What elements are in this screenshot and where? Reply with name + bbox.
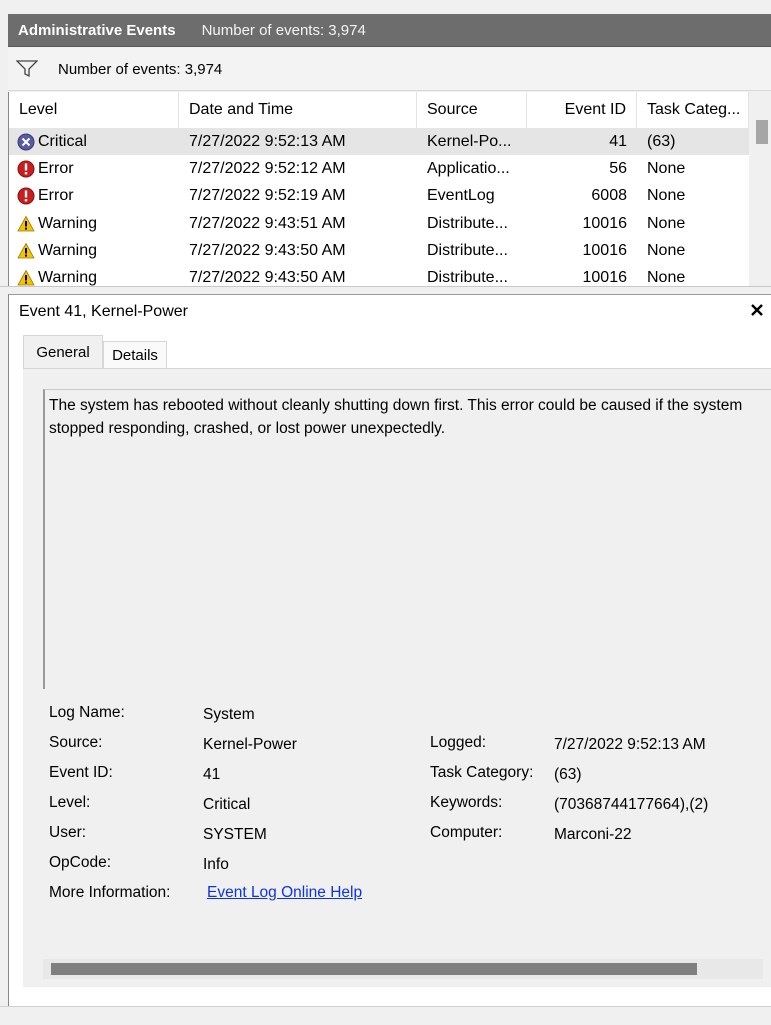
event-description[interactable]: The system has rebooted without cleanly … (43, 389, 771, 689)
horizontal-scrollbar[interactable] (43, 959, 763, 979)
error-icon (17, 160, 35, 178)
event-log-online-help-link[interactable]: Event Log Online Help (207, 884, 362, 902)
row-task-category: None (647, 241, 686, 259)
critical-icon (17, 133, 35, 151)
event-row[interactable]: Warning 7/27/2022 9:43:50 AM Distribute...… (9, 237, 749, 264)
row-event-id: 10016 (582, 214, 628, 232)
log-name-label: Log Name: (49, 704, 125, 721)
log-name-value: System (203, 706, 255, 723)
row-source: EventLog (427, 187, 495, 205)
level-label: Level: (49, 794, 91, 811)
tab-general[interactable]: General (23, 335, 103, 368)
column-task-category[interactable]: Task Categ... (637, 92, 749, 128)
event-rows: Critical 7/27/2022 9:52:13 AM Kernel-Po...… (9, 128, 749, 286)
general-tab-body: The system has rebooted without cleanly … (23, 368, 771, 987)
view-title: Administrative Events (18, 21, 176, 39)
opcode-value: Info (203, 856, 229, 873)
event-id-value: 41 (203, 766, 221, 783)
row-level: Warning (9, 242, 179, 260)
user-label: User: (49, 824, 87, 841)
event-row[interactable]: Error 7/27/2022 9:52:19 AM EventLog 6008 Non… (9, 183, 749, 210)
source-value: Kernel-Power (203, 736, 297, 753)
filter-icon[interactable] (16, 60, 38, 78)
list-header: Level Date and Time Source Event ID Task… (9, 92, 749, 128)
computer-label: Computer: (430, 824, 503, 841)
warning-icon (17, 269, 35, 286)
detail-title: Event 41, Kernel-Power (19, 303, 188, 320)
row-source: Distribute... (427, 269, 508, 286)
row-task-category: (63) (647, 132, 676, 150)
row-level-text: Warning (38, 269, 97, 286)
warning-icon (17, 215, 35, 233)
row-task-category: None (647, 159, 686, 177)
column-source[interactable]: Source (417, 92, 527, 128)
row-source: Kernel-Po... (427, 132, 512, 150)
tab-details[interactable]: Details (103, 341, 167, 369)
row-date: 7/27/2022 9:43:51 AM (189, 214, 346, 232)
row-date: 7/27/2022 9:43:50 AM (189, 269, 346, 286)
row-level: Warning (9, 269, 179, 286)
event-row[interactable]: Error 7/27/2022 9:52:12 AM Applicatio... 56… (9, 155, 749, 182)
row-task-category: None (647, 187, 686, 205)
row-level: Warning (9, 215, 179, 233)
keywords-value: (70368744177664),(2) (554, 796, 709, 813)
row-level-text: Warning (38, 241, 97, 259)
row-task-category: None (647, 214, 686, 232)
row-level: Error (9, 187, 179, 205)
logged-value: 7/27/2022 9:52:13 AM (554, 736, 706, 753)
row-date: 7/27/2022 9:52:13 AM (189, 132, 346, 150)
event-row[interactable]: Warning 7/27/2022 9:43:50 AM Distribute...… (9, 264, 749, 286)
opcode-label: OpCode: (49, 854, 112, 871)
event-row[interactable]: Critical 7/27/2022 9:52:13 AM Kernel-Po...… (9, 128, 749, 156)
column-date[interactable]: Date and Time (179, 92, 417, 128)
column-event-id[interactable]: Event ID (527, 92, 637, 128)
more-information-label: More Information: (49, 884, 171, 901)
event-detail-pane: Event 41, Kernel-Power General Details T… (8, 294, 771, 1007)
row-event-id: 10016 (582, 269, 628, 286)
keywords-label: Keywords: (430, 794, 503, 811)
level-value: Critical (203, 796, 251, 813)
row-level-text: Warning (38, 214, 97, 232)
row-level-text: Error (38, 159, 74, 177)
filter-bar: Number of events: 3,974 (8, 48, 771, 91)
row-source: Applicatio... (427, 159, 510, 177)
source-label: Source: (49, 734, 103, 751)
task-category-label: Task Category: (430, 764, 534, 781)
row-date: 7/27/2022 9:52:12 AM (189, 159, 346, 177)
row-date: 7/27/2022 9:43:50 AM (189, 241, 346, 259)
row-level: Error (9, 160, 179, 178)
event-row[interactable]: Warning 7/27/2022 9:43:51 AM Distribute...… (9, 210, 749, 237)
row-event-id: 6008 (591, 187, 627, 205)
row-level-text: Error (38, 187, 74, 205)
row-level: Critical (9, 133, 179, 151)
horizontal-scrollbar-thumb[interactable] (51, 963, 697, 975)
row-source: Distribute... (427, 214, 508, 232)
vertical-scrollbar[interactable] (749, 92, 771, 286)
logged-label: Logged: (430, 734, 487, 751)
events-list[interactable]: Level Date and Time Source Event ID Task… (8, 92, 771, 286)
close-icon[interactable] (750, 303, 764, 317)
row-source: Distribute... (427, 241, 508, 259)
row-event-id: 10016 (582, 241, 628, 259)
row-event-id: 41 (609, 132, 627, 150)
scrollbar-thumb[interactable] (756, 120, 768, 144)
error-icon (17, 187, 35, 205)
status-strip (0, 1006, 771, 1025)
row-task-category: None (647, 269, 686, 286)
warning-icon (17, 242, 35, 260)
event-id-label: Event ID: (49, 764, 113, 781)
column-level[interactable]: Level (9, 92, 179, 128)
row-level-text: Critical (38, 132, 87, 150)
row-date: 7/27/2022 9:52:19 AM (189, 187, 346, 205)
task-category-value: (63) (554, 766, 582, 783)
filter-count: Number of events: 3,974 (58, 60, 223, 78)
row-event-id: 56 (609, 159, 627, 177)
user-value: SYSTEM (203, 826, 267, 843)
computer-value: Marconi-22 (554, 826, 632, 843)
event-count: Number of events: 3,974 (201, 21, 366, 39)
title-bar: Administrative Events Number of events: … (8, 14, 771, 47)
